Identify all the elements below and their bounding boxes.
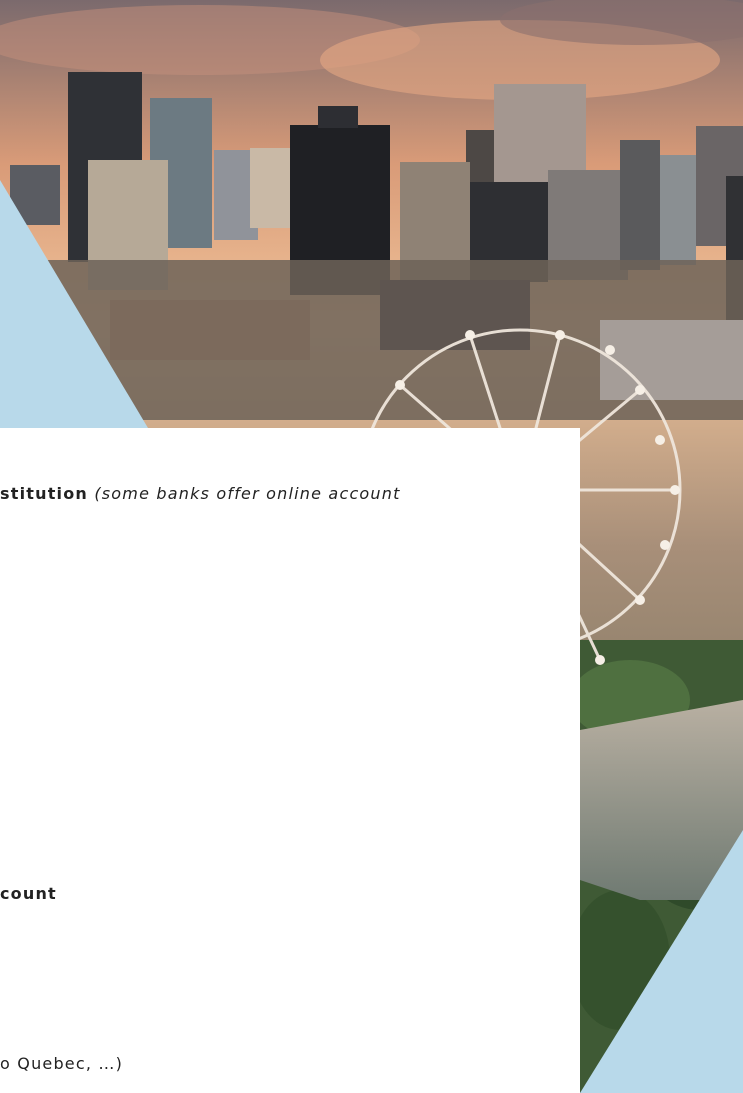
requirement-line-bank: stitution (some banks offer online accou… — [0, 484, 401, 503]
online-account-note: (some banks offer online account — [94, 484, 401, 503]
bank-institution-text: stitution — [0, 484, 89, 503]
quebec-text: o Quebec, …) — [0, 1054, 124, 1073]
content-card: stitution (some banks offer online accou… — [0, 428, 580, 1093]
requirement-line-quebec: o Quebec, …) — [0, 1054, 123, 1073]
requirement-line-account: count — [0, 884, 57, 903]
account-text: count — [0, 884, 57, 903]
